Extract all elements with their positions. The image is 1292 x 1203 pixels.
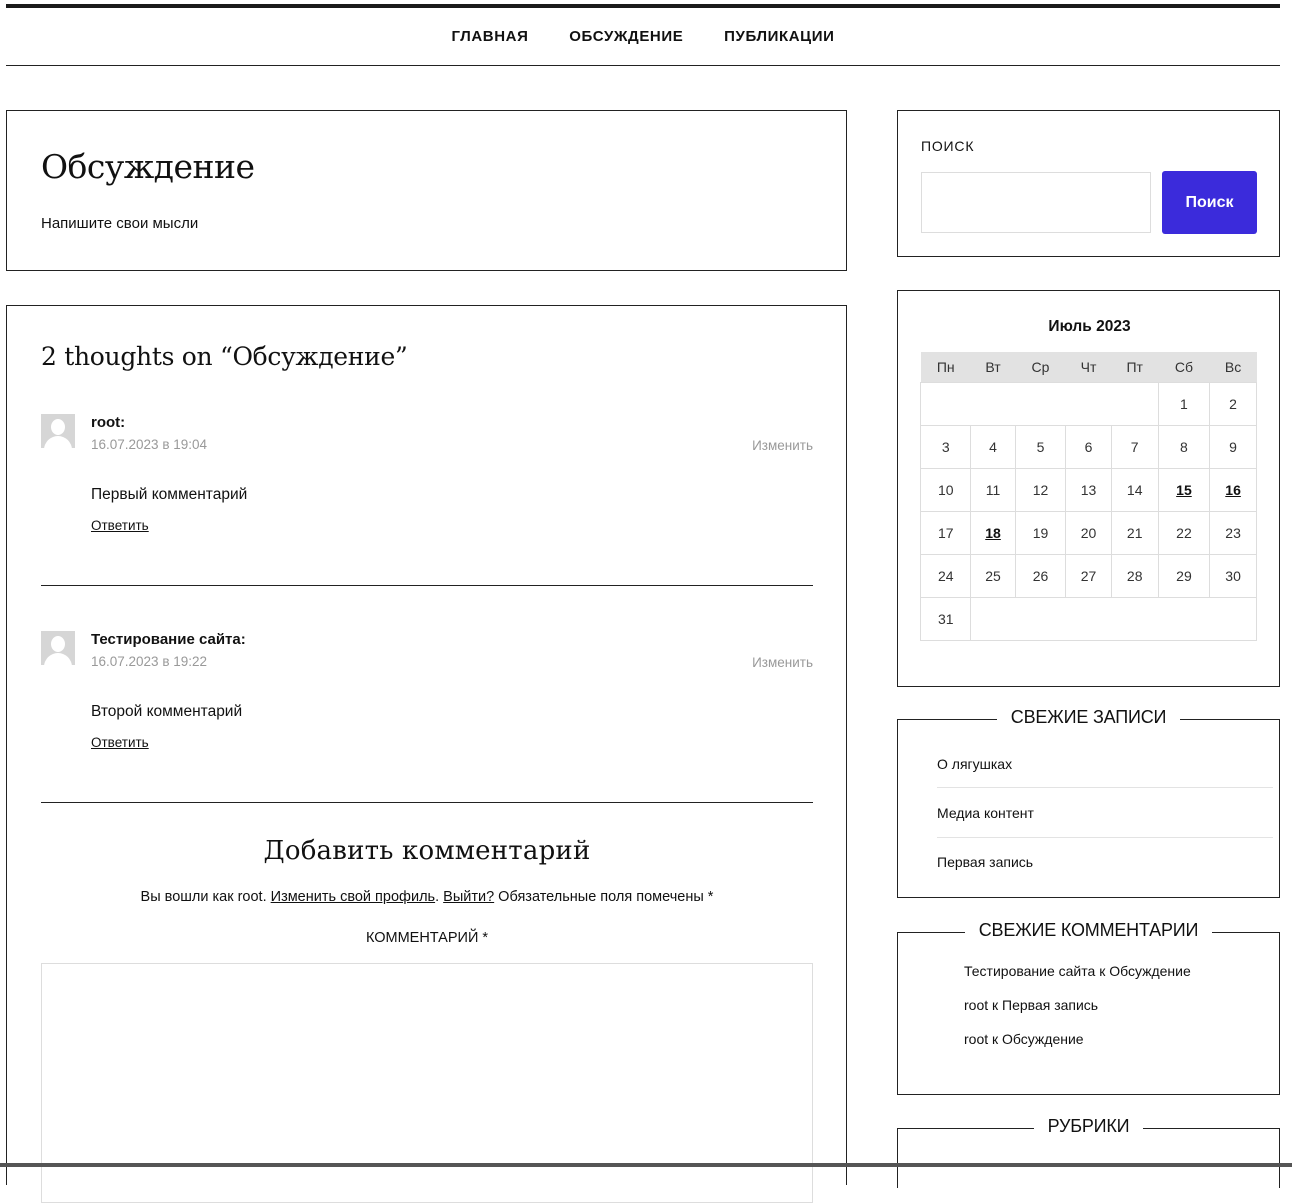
calendar-day-link[interactable]: 18 bbox=[970, 511, 1016, 555]
page-title: Обсуждение bbox=[41, 147, 255, 186]
search-label: ПОИСК bbox=[921, 138, 975, 154]
required-note: Обязательные поля помечены bbox=[494, 889, 708, 905]
avatar bbox=[41, 414, 75, 448]
calendar-day: 23 bbox=[1209, 511, 1257, 555]
search-button[interactable]: Поиск bbox=[1162, 171, 1257, 234]
comment-text: Второй комментарий bbox=[91, 703, 243, 720]
search-widget: ПОИСК Поиск bbox=[897, 110, 1280, 257]
calendar-day: 31 bbox=[919, 597, 972, 641]
calendar-day: 12 bbox=[1014, 468, 1067, 512]
calendar-day: 29 bbox=[1157, 554, 1211, 598]
calendar-day: 2 bbox=[1209, 382, 1257, 426]
comments-section: 2 thoughts on “Обсуждение” root: 16.07.2… bbox=[6, 305, 847, 1203]
bottom-border bbox=[0, 1163, 1292, 1167]
calendar-day: 3 bbox=[919, 425, 972, 469]
recent-post-link[interactable]: О лягушках bbox=[937, 756, 1273, 772]
calendar-empty bbox=[920, 382, 1159, 426]
comment-author: root: bbox=[91, 414, 126, 431]
page-header: Обсуждение Напишите свои мысли bbox=[6, 110, 847, 271]
weekday-header: Ср bbox=[1015, 352, 1066, 383]
calendar-day: 13 bbox=[1065, 468, 1112, 512]
required-star: * bbox=[707, 889, 714, 905]
calendar-day: 7 bbox=[1110, 425, 1159, 469]
calendar-day: 5 bbox=[1014, 425, 1067, 469]
calendar-day: 22 bbox=[1157, 511, 1211, 555]
comment-date[interactable]: 16.07.2023 в 19:22 bbox=[91, 654, 207, 669]
recent-posts-widget: СВЕЖИЕ ЗАПИСИ О лягушках Медиа контент П… bbox=[897, 707, 1280, 898]
logout-link[interactable]: Выйти? bbox=[443, 889, 494, 905]
weekday-header: Пн bbox=[920, 352, 971, 383]
calendar-day: 9 bbox=[1209, 425, 1257, 469]
nav-item-publications[interactable]: ПУБЛИКАЦИИ bbox=[724, 28, 834, 45]
comments-title: 2 thoughts on “Обсуждение” bbox=[41, 342, 408, 371]
calendar-day: 17 bbox=[919, 511, 972, 555]
weekday-header: Пт bbox=[1111, 352, 1159, 383]
logged-in-note: Вы вошли как root. Изменить свой профиль… bbox=[41, 889, 813, 905]
page-description: Напишите свои мысли bbox=[41, 215, 199, 232]
calendar-day: 8 bbox=[1157, 425, 1211, 469]
calendar-day: 30 bbox=[1209, 554, 1257, 598]
recent-posts-title: СВЕЖИЕ ЗАПИСИ bbox=[996, 707, 1181, 727]
calendar-day: 25 bbox=[970, 554, 1016, 598]
logged-in-prefix: Вы вошли как root. bbox=[140, 889, 271, 905]
top-border bbox=[6, 4, 1280, 8]
search-input[interactable] bbox=[921, 172, 1151, 233]
calendar-day: 26 bbox=[1014, 554, 1067, 598]
calendar-day: 1 bbox=[1157, 382, 1211, 426]
calendar-day: 4 bbox=[970, 425, 1016, 469]
comment-edit-link[interactable]: Изменить bbox=[752, 438, 813, 453]
list-divider bbox=[937, 787, 1273, 788]
weekday-header: Чт bbox=[1065, 352, 1112, 383]
recent-comment-link[interactable]: root к Первая запись bbox=[964, 997, 1098, 1013]
calendar-day: 14 bbox=[1110, 468, 1159, 512]
comment-reply-link[interactable]: Ответить bbox=[91, 518, 149, 533]
edit-profile-link[interactable]: Изменить свой профиль bbox=[271, 889, 435, 905]
rubrics-widget: РУБРИКИ bbox=[897, 1116, 1280, 1188]
recent-post-link[interactable]: Первая запись bbox=[937, 854, 1273, 870]
comment-date[interactable]: 16.07.2023 в 19:04 bbox=[91, 437, 207, 452]
comment-edit-link[interactable]: Изменить bbox=[752, 655, 813, 670]
nav-item-home[interactable]: ГЛАВНАЯ bbox=[452, 28, 529, 45]
list-divider bbox=[937, 837, 1273, 838]
rubrics-title: РУБРИКИ bbox=[1033, 1116, 1144, 1136]
nav-divider bbox=[6, 65, 1280, 66]
add-comment-title: Добавить комментарий bbox=[263, 836, 591, 866]
calendar-caption: Июль 2023 bbox=[1048, 318, 1131, 335]
recent-comment-link[interactable]: root к Обсуждение bbox=[964, 1031, 1084, 1047]
calendar-day: 27 bbox=[1065, 554, 1112, 598]
comment-text: Первый комментарий bbox=[91, 486, 248, 503]
nav-item-discussion[interactable]: ОБСУЖДЕНИЕ bbox=[569, 28, 683, 45]
calendar-day: 6 bbox=[1065, 425, 1112, 469]
calendar-day-link[interactable]: 16 bbox=[1209, 468, 1257, 512]
calendar-day: 20 bbox=[1065, 511, 1112, 555]
calendar-day: 21 bbox=[1110, 511, 1159, 555]
recent-comments-title: СВЕЖИЕ КОММЕНТАРИИ bbox=[964, 920, 1213, 940]
weekday-header: Вт bbox=[970, 352, 1016, 383]
weekday-header: Сб bbox=[1158, 352, 1210, 383]
comment-divider bbox=[41, 585, 813, 586]
calendar-day-link[interactable]: 15 bbox=[1157, 468, 1211, 512]
calendar-day: 11 bbox=[970, 468, 1016, 512]
recent-post-link[interactable]: Медиа контент bbox=[937, 805, 1273, 821]
weekday-header: Вс bbox=[1209, 352, 1257, 383]
calendar-table: Пн Вт Ср Чт Пт Сб Вс 1 2 3 4 5 6 7 8 9 1… bbox=[919, 352, 1257, 641]
calendar-widget: Июль 2023 Пн Вт Ср Чт Пт Сб Вс 1 2 3 4 5 bbox=[897, 290, 1280, 687]
calendar-day: 28 bbox=[1110, 554, 1159, 598]
calendar-day: 24 bbox=[919, 554, 972, 598]
comment-textarea[interactable] bbox=[41, 963, 813, 1203]
avatar bbox=[41, 631, 75, 665]
comment-reply-link[interactable]: Ответить bbox=[91, 735, 149, 750]
logged-in-dot: . bbox=[435, 889, 444, 905]
recent-comment-link[interactable]: Тестирование сайта к Обсуждение bbox=[964, 963, 1191, 979]
calendar-day: 19 bbox=[1014, 511, 1067, 555]
comment-divider bbox=[41, 802, 813, 803]
main-nav: ГЛАВНАЯ ОБСУЖДЕНИЕ ПУБЛИКАЦИИ bbox=[0, 28, 1286, 45]
recent-comments-widget: СВЕЖИЕ КОММЕНТАРИИ Тестирование сайта к … bbox=[897, 920, 1280, 1095]
calendar-empty bbox=[970, 597, 1257, 641]
comment-author: Тестирование сайта: bbox=[91, 631, 246, 648]
comment-label: КОММЕНТАРИЙ * bbox=[365, 930, 489, 946]
calendar-day: 10 bbox=[919, 468, 972, 512]
